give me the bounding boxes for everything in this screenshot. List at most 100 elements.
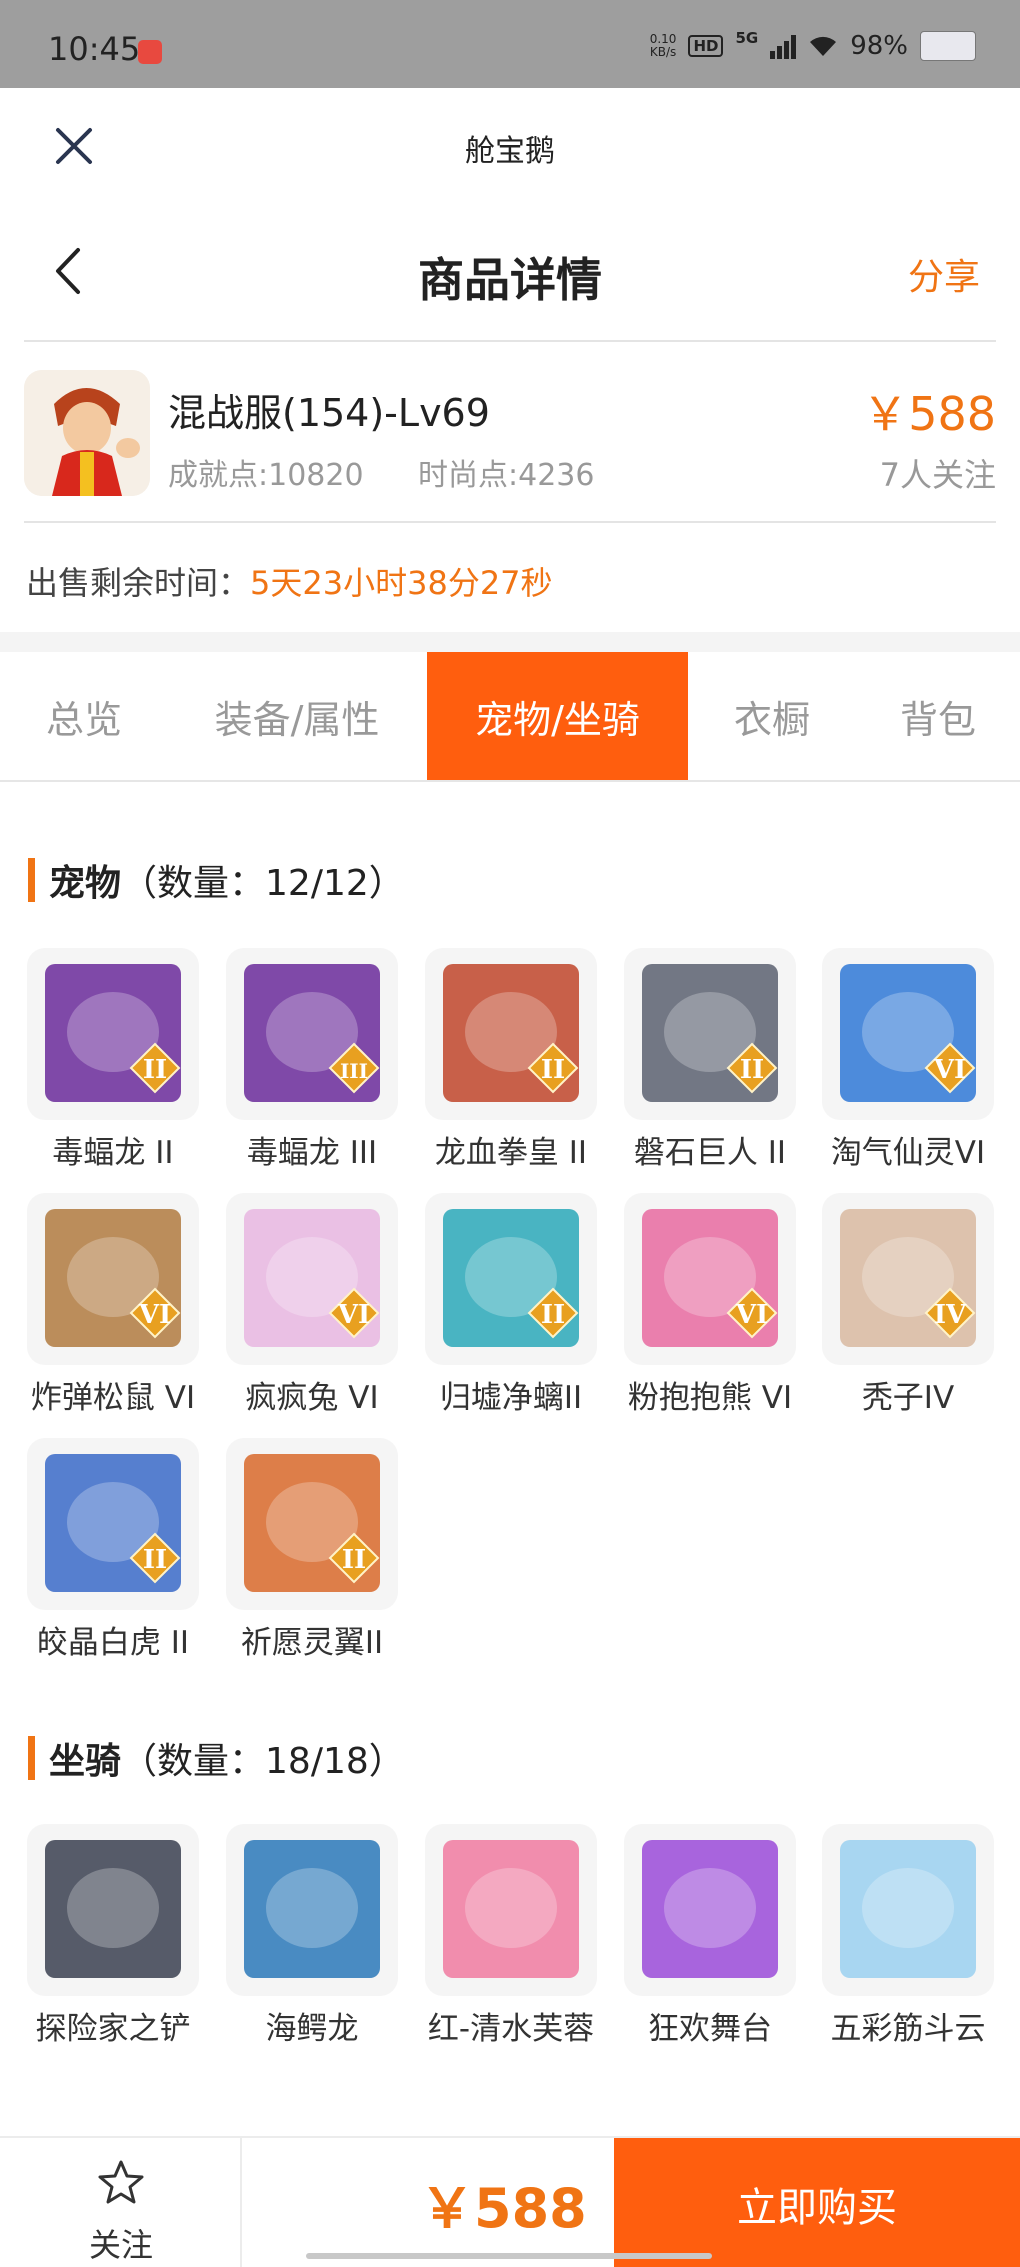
tier-badge: II <box>541 1055 565 1085</box>
sale-remaining-time: 出售剩余时间：5天23小时38分27秒 <box>26 558 553 604</box>
pet-thumbnail: VI <box>822 948 994 1120</box>
pet-image-icon: VI <box>840 964 976 1102</box>
pet-item[interactable]: II 磐石巨人 II <box>624 948 796 1176</box>
pet-thumbnail: II <box>27 948 199 1120</box>
mount-item[interactable]: 海鳄龙 <box>226 1824 398 2052</box>
tier-badge: II <box>143 1055 167 1085</box>
pet-item[interactable]: VI 疯疯兔 VI <box>226 1193 398 1421</box>
tab-overview[interactable]: 总览 <box>0 652 168 780</box>
pet-name: 毒蝠龙 III <box>246 1135 378 1171</box>
tier-badge: VI <box>735 1300 768 1330</box>
mounts-section-title: 坐骑 （数量：18/18） <box>28 1732 405 1784</box>
pet-item[interactable]: II 皎晶白虎 II <box>27 1438 199 1666</box>
pet-item[interactable]: II 祈愿灵翼II <box>226 1438 398 1666</box>
pets-count: （数量：12/12） <box>121 863 405 904</box>
mount-item[interactable]: 红-清水芙蓉 <box>425 1824 597 2052</box>
bottom-price: ￥588 <box>420 2177 587 2240</box>
status-indicators: 0.10 KB/s HD 5G 98% <box>650 28 976 64</box>
pet-item[interactable]: II 归墟净螭II <box>425 1193 597 1421</box>
net-speed-unit: KB/s <box>649 45 677 59</box>
mount-thumbnail <box>425 1824 597 1996</box>
remaining-label: 出售剩余时间： <box>26 564 251 602</box>
pet-name: 龙血拳皇 II <box>434 1135 588 1171</box>
tier-badge: II <box>342 1545 366 1575</box>
share-button[interactable]: 分享 <box>908 248 980 300</box>
app-title: 舱宝鹅 <box>465 134 555 169</box>
follower-count: 7人关注 <box>879 456 996 494</box>
buy-now-button[interactable]: 立即购买 <box>614 2138 1020 2267</box>
tab-bar: 总览 装备/属性 宠物/坐骑 衣橱 背包 <box>0 652 1020 782</box>
character-avatar <box>24 370 150 496</box>
pet-thumbnail: II <box>425 948 597 1120</box>
pet-image-icon: II <box>443 964 579 1102</box>
pet-item[interactable]: VI 炸弹松鼠 VI <box>27 1193 199 1421</box>
bottom-action-bar: 关注 ￥588 立即购买 <box>0 2136 1020 2267</box>
pet-item[interactable]: III 毒蝠龙 III <box>226 948 398 1176</box>
status-time: 10:45 <box>48 30 141 68</box>
pet-name: 疯疯兔 VI <box>245 1380 379 1416</box>
signal-icon <box>770 33 797 59</box>
section-accent-bar <box>28 858 35 902</box>
pet-thumbnail: VI <box>624 1193 796 1365</box>
net-speed: 0.10 KB/s <box>650 33 677 59</box>
mount-image-icon <box>840 1840 976 1978</box>
pet-image-icon: IV <box>840 1209 976 1347</box>
pet-name: 淘气仙灵VI <box>830 1135 986 1171</box>
tier-badge: II <box>740 1055 764 1085</box>
pet-image-icon: II <box>642 964 778 1102</box>
fashion-points: 时尚点:4236 <box>418 458 595 493</box>
pet-item[interactable]: VI 粉抱抱熊 VI <box>624 1193 796 1421</box>
tab-backpack[interactable]: 背包 <box>856 652 1020 780</box>
battery-percent: 98% <box>850 31 908 61</box>
mount-name: 海鳄龙 <box>265 2011 359 2047</box>
page-header: 商品详情 分享 <box>0 202 1020 340</box>
pet-item[interactable]: IV 秃子IV <box>822 1193 994 1421</box>
pet-thumbnail: VI <box>27 1193 199 1365</box>
mount-item[interactable]: 探险家之铲 <box>27 1824 199 2052</box>
tab-equipment[interactable]: 装备/属性 <box>168 652 426 780</box>
pet-item[interactable]: VI 淘气仙灵VI <box>822 948 994 1176</box>
mount-image-icon <box>45 1840 181 1978</box>
pet-thumbnail: II <box>27 1438 199 1610</box>
pet-item[interactable]: II 毒蝠龙 II <box>27 948 199 1176</box>
mount-item[interactable]: 狂欢舞台 <box>624 1824 796 2052</box>
pet-image-icon: II <box>45 1454 181 1592</box>
hd-badge: HD <box>688 35 724 57</box>
wifi-icon <box>810 36 837 56</box>
section-gap <box>0 632 1020 652</box>
pet-image-icon: VI <box>642 1209 778 1347</box>
status-bar: 10:45 0.10 KB/s HD 5G 98% <box>0 0 1020 88</box>
divider <box>24 521 996 523</box>
section-accent-bar <box>28 1736 35 1780</box>
tab-wardrobe[interactable]: 衣橱 <box>688 652 856 780</box>
pet-name: 毒蝠龙 II <box>52 1135 174 1171</box>
mounts-count: （数量：18/18） <box>121 1741 405 1782</box>
pet-thumbnail: III <box>226 948 398 1120</box>
pet-name: 秃子IV <box>861 1380 955 1416</box>
notification-app-icon <box>138 40 162 64</box>
mount-name: 红-清水芙蓉 <box>427 2011 595 2047</box>
mount-thumbnail <box>27 1824 199 1996</box>
pet-item[interactable]: II 龙血拳皇 II <box>425 948 597 1176</box>
tier-badge: III <box>340 1059 368 1083</box>
tab-pets-mounts[interactable]: 宠物/坐骑 <box>427 652 688 780</box>
pet-thumbnail: IV <box>822 1193 994 1365</box>
mount-name: 狂欢舞台 <box>648 2011 772 2047</box>
pet-thumbnail: II <box>425 1193 597 1365</box>
home-indicator <box>306 2253 712 2259</box>
pet-name: 粉抱抱熊 VI <box>627 1380 793 1416</box>
product-summary: 混战服(154)-Lv69 成就点:10820 时尚点:4236 ￥588 7人… <box>0 342 1020 522</box>
mount-item[interactable]: 五彩筋斗云 <box>822 1824 994 2052</box>
pet-name: 磐石巨人 II <box>633 1135 787 1171</box>
pets-section-title: 宠物 （数量：12/12） <box>28 854 405 906</box>
tier-badge: VI <box>933 1055 966 1085</box>
mount-thumbnail <box>822 1824 994 1996</box>
remaining-value: 5天23小时38分27秒 <box>250 564 553 602</box>
pet-thumbnail: VI <box>226 1193 398 1365</box>
follow-label: 关注 <box>88 2226 153 2264</box>
app-bar: 舱宝鹅 <box>0 88 1020 202</box>
character-portrait-icon <box>24 370 150 496</box>
product-price: ￥588 <box>862 387 996 441</box>
follow-button[interactable]: 关注 <box>0 2138 242 2267</box>
tier-badge: IV <box>934 1300 967 1330</box>
